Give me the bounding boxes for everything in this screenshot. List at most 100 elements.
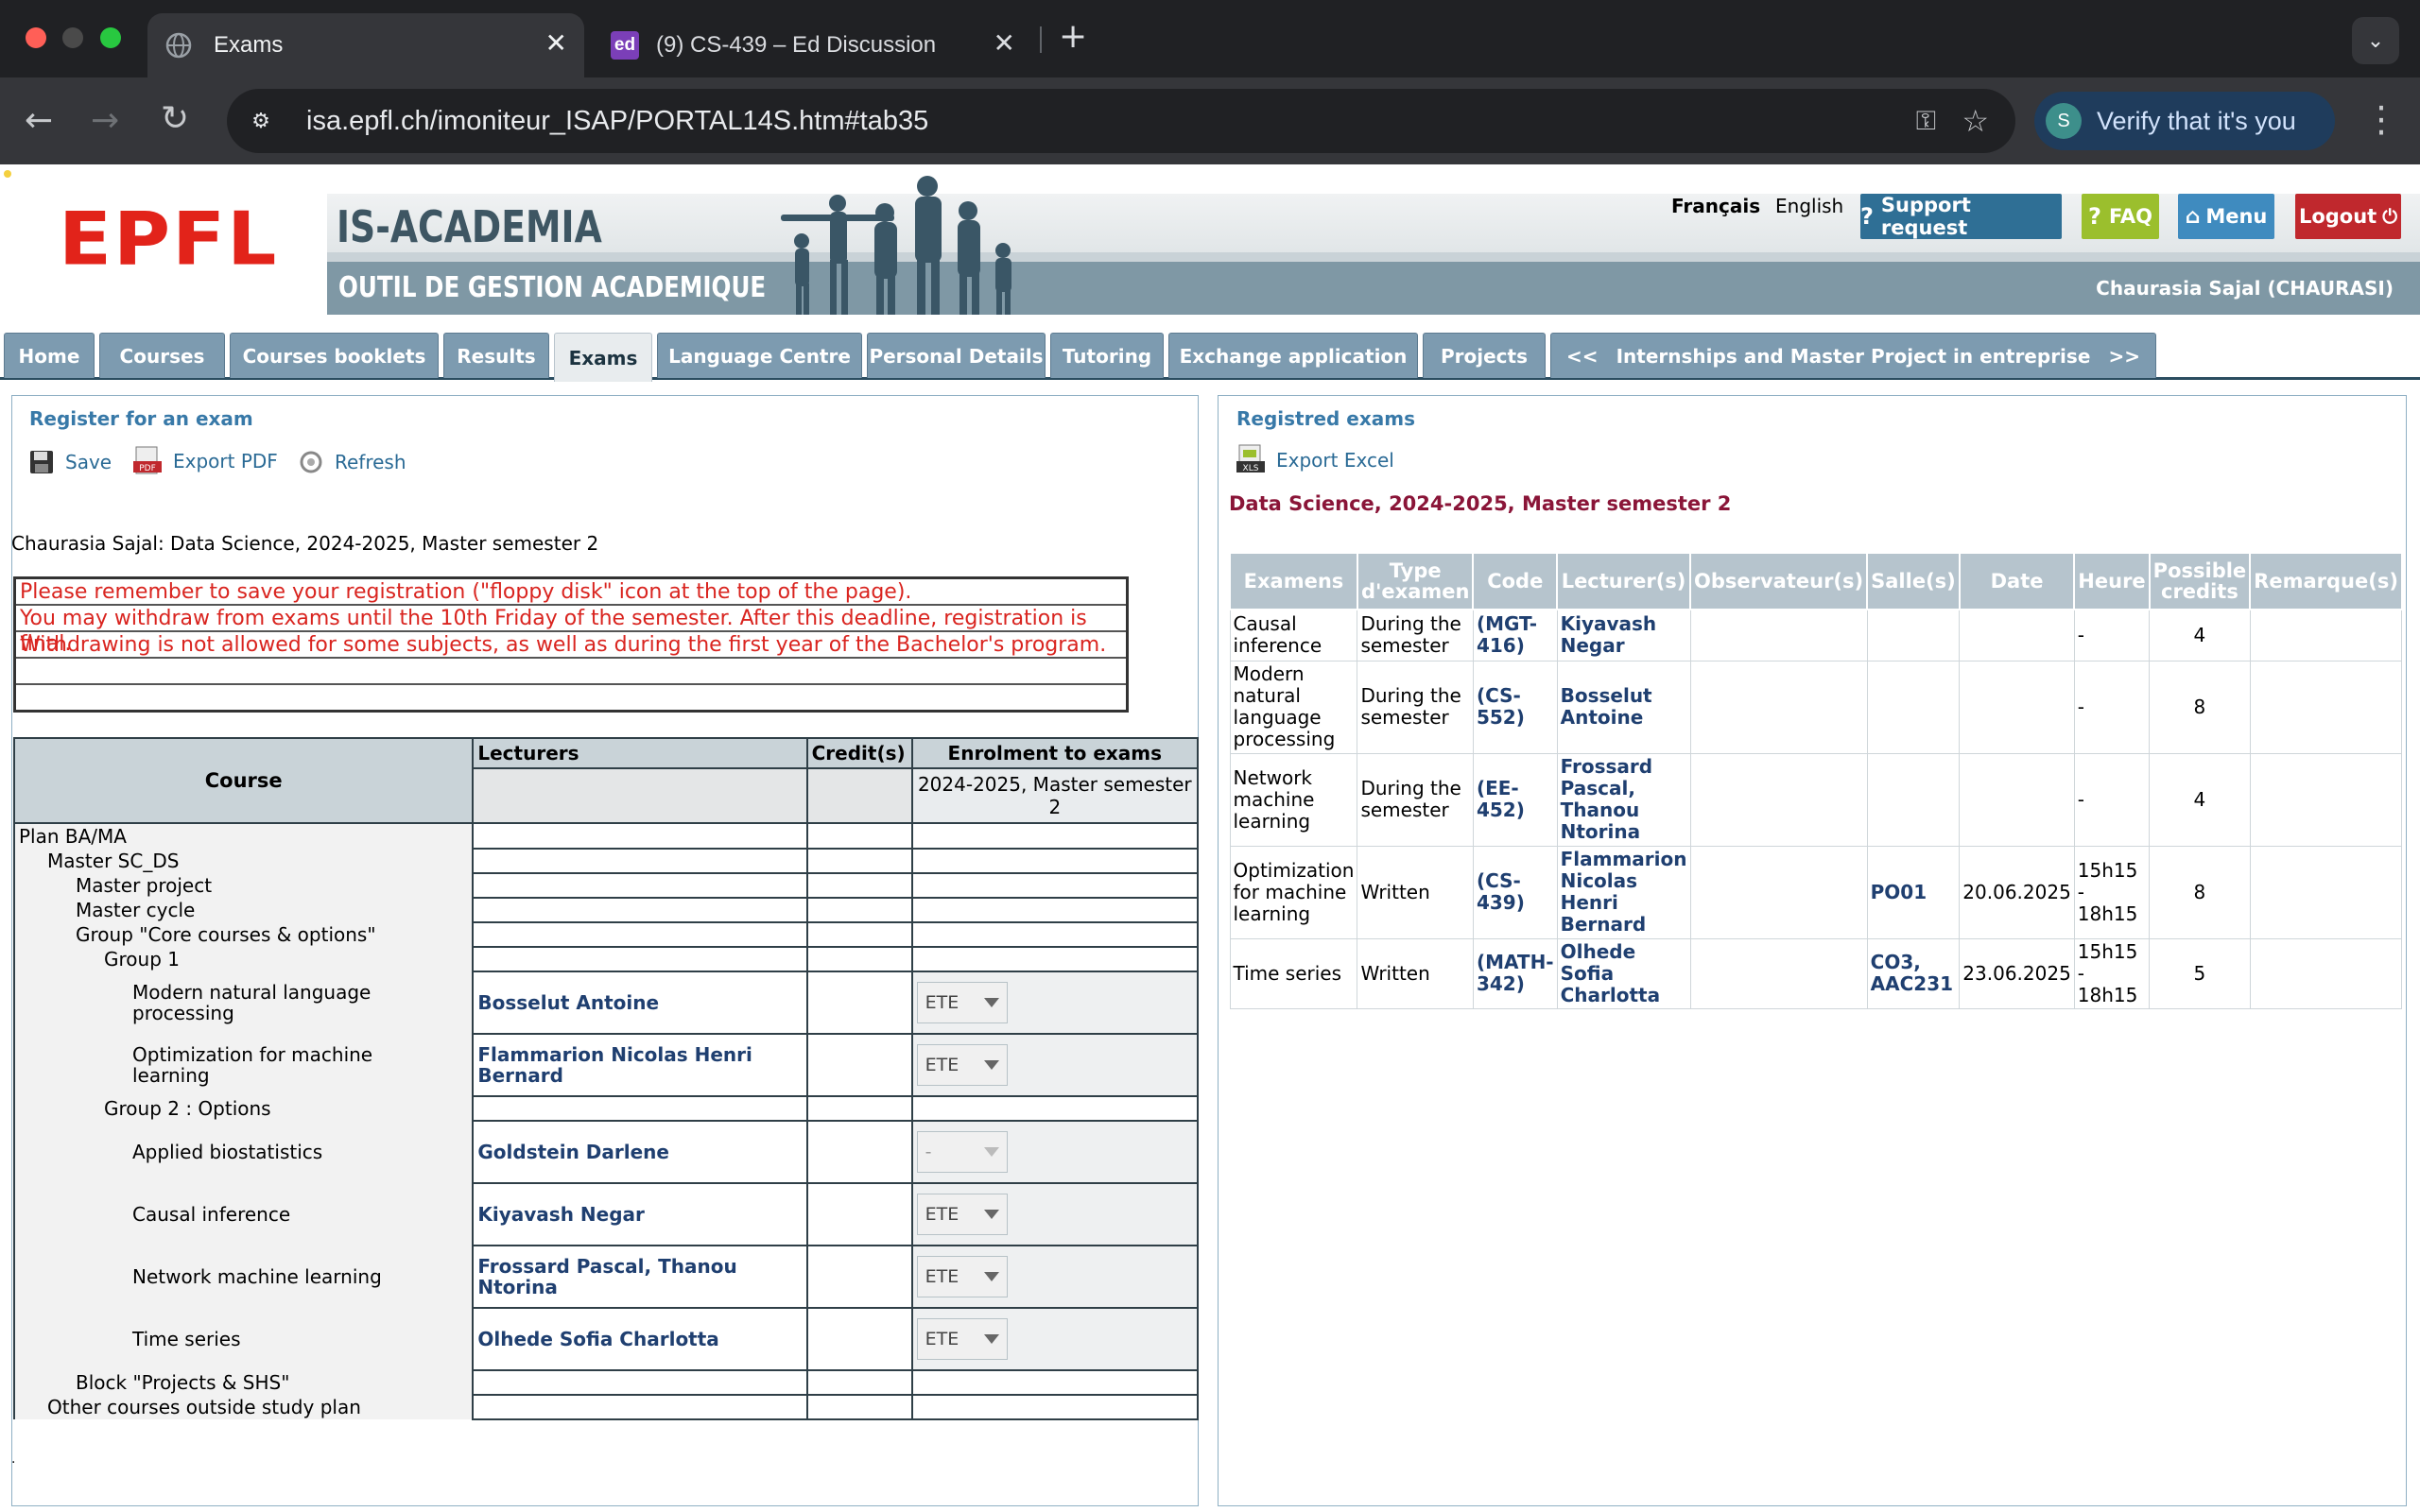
course-row: Other courses outside study plan (12, 1394, 1200, 1420)
nav-tab-exams[interactable]: Exams (554, 333, 652, 382)
menu-button[interactable]: ⌂ Menu (2178, 194, 2274, 239)
exam-room-cell[interactable]: CO3, AAC231 (1866, 937, 1961, 1009)
exam-observer-cell (1689, 937, 1868, 1009)
enrolment-table: Course Lecturers Credit(s) Enrolment to … (12, 737, 1200, 1420)
course-name: Applied biostatistics (12, 1121, 475, 1183)
people-silhouette-icon (781, 176, 1011, 315)
course-row: Applied biostatistics Goldstein Darlene - (12, 1120, 1200, 1184)
exam-period-select[interactable]: ETE (916, 1256, 1008, 1297)
exam-type-cell: During the semester (1357, 660, 1474, 754)
verify-profile-button[interactable]: S Verify that it's you (2034, 92, 2335, 150)
exam-code-cell[interactable]: (MATH-342) (1472, 937, 1558, 1009)
bookmark-star-icon[interactable]: ☆ (1962, 103, 1989, 139)
exam-period-select[interactable]: ETE (916, 1194, 1008, 1235)
forward-icon[interactable]: → (91, 104, 119, 138)
nav-tab-tutoring[interactable]: Tutoring (1050, 333, 1164, 378)
credits-cell (805, 1369, 913, 1396)
exam-remark-cell (2249, 752, 2403, 847)
exam-lecturer-cell[interactable]: Olhede Sofia Charlotta (1556, 937, 1691, 1009)
exam-room-cell[interactable]: PO01 (1866, 845, 1961, 939)
course-name: Group 1 (12, 947, 475, 971)
enrolment-column-header: Enrolment to exams (910, 737, 1200, 769)
nav-scroll-left[interactable]: << (1566, 345, 1599, 368)
tab-close-icon[interactable]: ✕ (994, 30, 1015, 57)
exam-credits-cell: 4 (2149, 609, 2251, 662)
lecturers-subheader (472, 767, 808, 824)
profile-avatar-icon: S (2046, 103, 2082, 139)
nav-tab-personal-details[interactable]: Personal Details (867, 333, 1046, 378)
nav-tab-courses-booklets[interactable]: Courses booklets (230, 333, 439, 378)
exam-lecturer-cell[interactable]: Flammarion Nicolas Henri Bernard (1556, 845, 1691, 939)
tab-close-icon[interactable]: ✕ (545, 30, 567, 57)
exam-period-select[interactable]: ETE (916, 1318, 1008, 1360)
nav-tab-language-centre[interactable]: Language Centre (657, 333, 862, 378)
chevron-down-icon (983, 998, 999, 1007)
exam-exam-cell: Network machine learning (1229, 752, 1358, 847)
exam-date-cell: 20.06.2025 (1959, 845, 2075, 939)
nav-tab-projects[interactable]: Projects (1423, 333, 1546, 378)
lecturer-cell[interactable]: Bosselut Antoine (472, 971, 808, 1035)
exam-code-cell[interactable]: (CS-552) (1472, 660, 1558, 754)
exam-code-cell[interactable]: (CS-439) (1472, 845, 1558, 939)
nav-tab-exchange-application[interactable]: Exchange application (1168, 333, 1418, 378)
window-close-button[interactable] (26, 27, 46, 48)
nav-scroll-right[interactable]: >> (2108, 345, 2140, 368)
lecturer-cell[interactable]: Goldstein Darlene (472, 1120, 808, 1184)
export-pdf-button[interactable]: PDF Export PDF (133, 446, 278, 476)
course-column-header: Course (12, 737, 475, 824)
refresh-button[interactable]: Refresh (299, 450, 406, 474)
course-name: Block "Projects & SHS" (12, 1370, 475, 1395)
notice-line-empty (16, 659, 1126, 685)
address-bar[interactable]: ⚙ isa.epfl.ch/imoniteur_ISAP/PORTAL14S.h… (227, 89, 2015, 153)
save-button[interactable]: Save (29, 450, 112, 474)
exam-credits-cell: 4 (2149, 752, 2251, 847)
exam-time-cell: - (2073, 752, 2151, 847)
back-icon[interactable]: ← (25, 104, 53, 138)
nav-tab-internships[interactable]: << Internships and Master Project in entr… (1550, 333, 2156, 378)
exam-observer-cell (1689, 609, 1868, 662)
credits-cell (805, 848, 913, 874)
password-key-icon[interactable]: ⚿ (1916, 106, 1936, 137)
credits-cell (805, 822, 913, 850)
browser-tab-exams[interactable]: Exams ✕ (147, 13, 584, 77)
credits-cell (805, 872, 913, 899)
tab-divider (1040, 26, 1042, 53)
exam-period-select[interactable]: ETE (916, 982, 1008, 1023)
lecturer-cell[interactable]: Kiyavash Negar (472, 1182, 808, 1246)
course-name: Optimization for machine learning (12, 1034, 475, 1096)
tab-search-icon[interactable]: ⌄ (2352, 17, 2399, 64)
lang-fr-link[interactable]: Français (1671, 195, 1760, 217)
exam-code-cell[interactable]: (MGT-416) (1472, 609, 1558, 662)
nav-tab-home[interactable]: Home (4, 333, 95, 378)
browser-tab-ed[interactable]: ed (9) CS-439 – Ed Discussion ✕ (597, 13, 1032, 77)
faq-button[interactable]: ? FAQ (2082, 194, 2159, 239)
lecturer-cell[interactable]: Frossard Pascal, Thanou Ntorina (472, 1245, 808, 1309)
logout-button[interactable]: Logout ⏻ (2295, 194, 2401, 239)
nav-tab-results[interactable]: Results (443, 333, 549, 378)
nav-tab-courses[interactable]: Courses (99, 333, 225, 378)
window-maximize-button[interactable] (100, 27, 121, 48)
support-request-button[interactable]: ? Support request (1860, 194, 2062, 239)
exam-code-cell[interactable]: (EE-452) (1472, 752, 1558, 847)
window-minimize-button[interactable] (62, 27, 83, 48)
enrolment-cell (910, 897, 1200, 923)
lang-en-link[interactable]: English (1775, 195, 1843, 217)
lecturer-cell[interactable]: Flammarion Nicolas Henri Bernard (472, 1033, 808, 1097)
browser-menu-icon[interactable]: ⋮ (2363, 98, 2399, 140)
exam-lecturer-cell[interactable]: Kiyavash Negar (1556, 609, 1691, 662)
epfl-logo[interactable]: EPFL (59, 197, 278, 282)
reload-icon[interactable]: ↻ (161, 102, 189, 136)
exam-type-cell: During the semester (1357, 752, 1474, 847)
site-settings-icon[interactable]: ⚙ (242, 102, 280, 140)
exam-exam-cell: Optimization for machine learning (1229, 845, 1358, 939)
exam-lecturer-cell[interactable]: Bosselut Antoine (1556, 660, 1691, 754)
lecturer-cell[interactable]: Olhede Sofia Charlotta (472, 1307, 808, 1371)
exam-credits-cell: 5 (2149, 937, 2251, 1009)
export-excel-button[interactable]: XLS Export Excel (1236, 444, 1394, 476)
exam-period-select[interactable]: ETE (916, 1044, 1008, 1086)
enrolment-cell (910, 822, 1200, 850)
exam-lecturer-cell[interactable]: Frossard Pascal, Thanou Ntorina (1556, 752, 1691, 847)
new-tab-icon[interactable]: + (1059, 17, 1087, 56)
course-name: Group "Core courses & options" (12, 922, 475, 947)
lecturers-column-header: Lecturers (472, 737, 808, 769)
